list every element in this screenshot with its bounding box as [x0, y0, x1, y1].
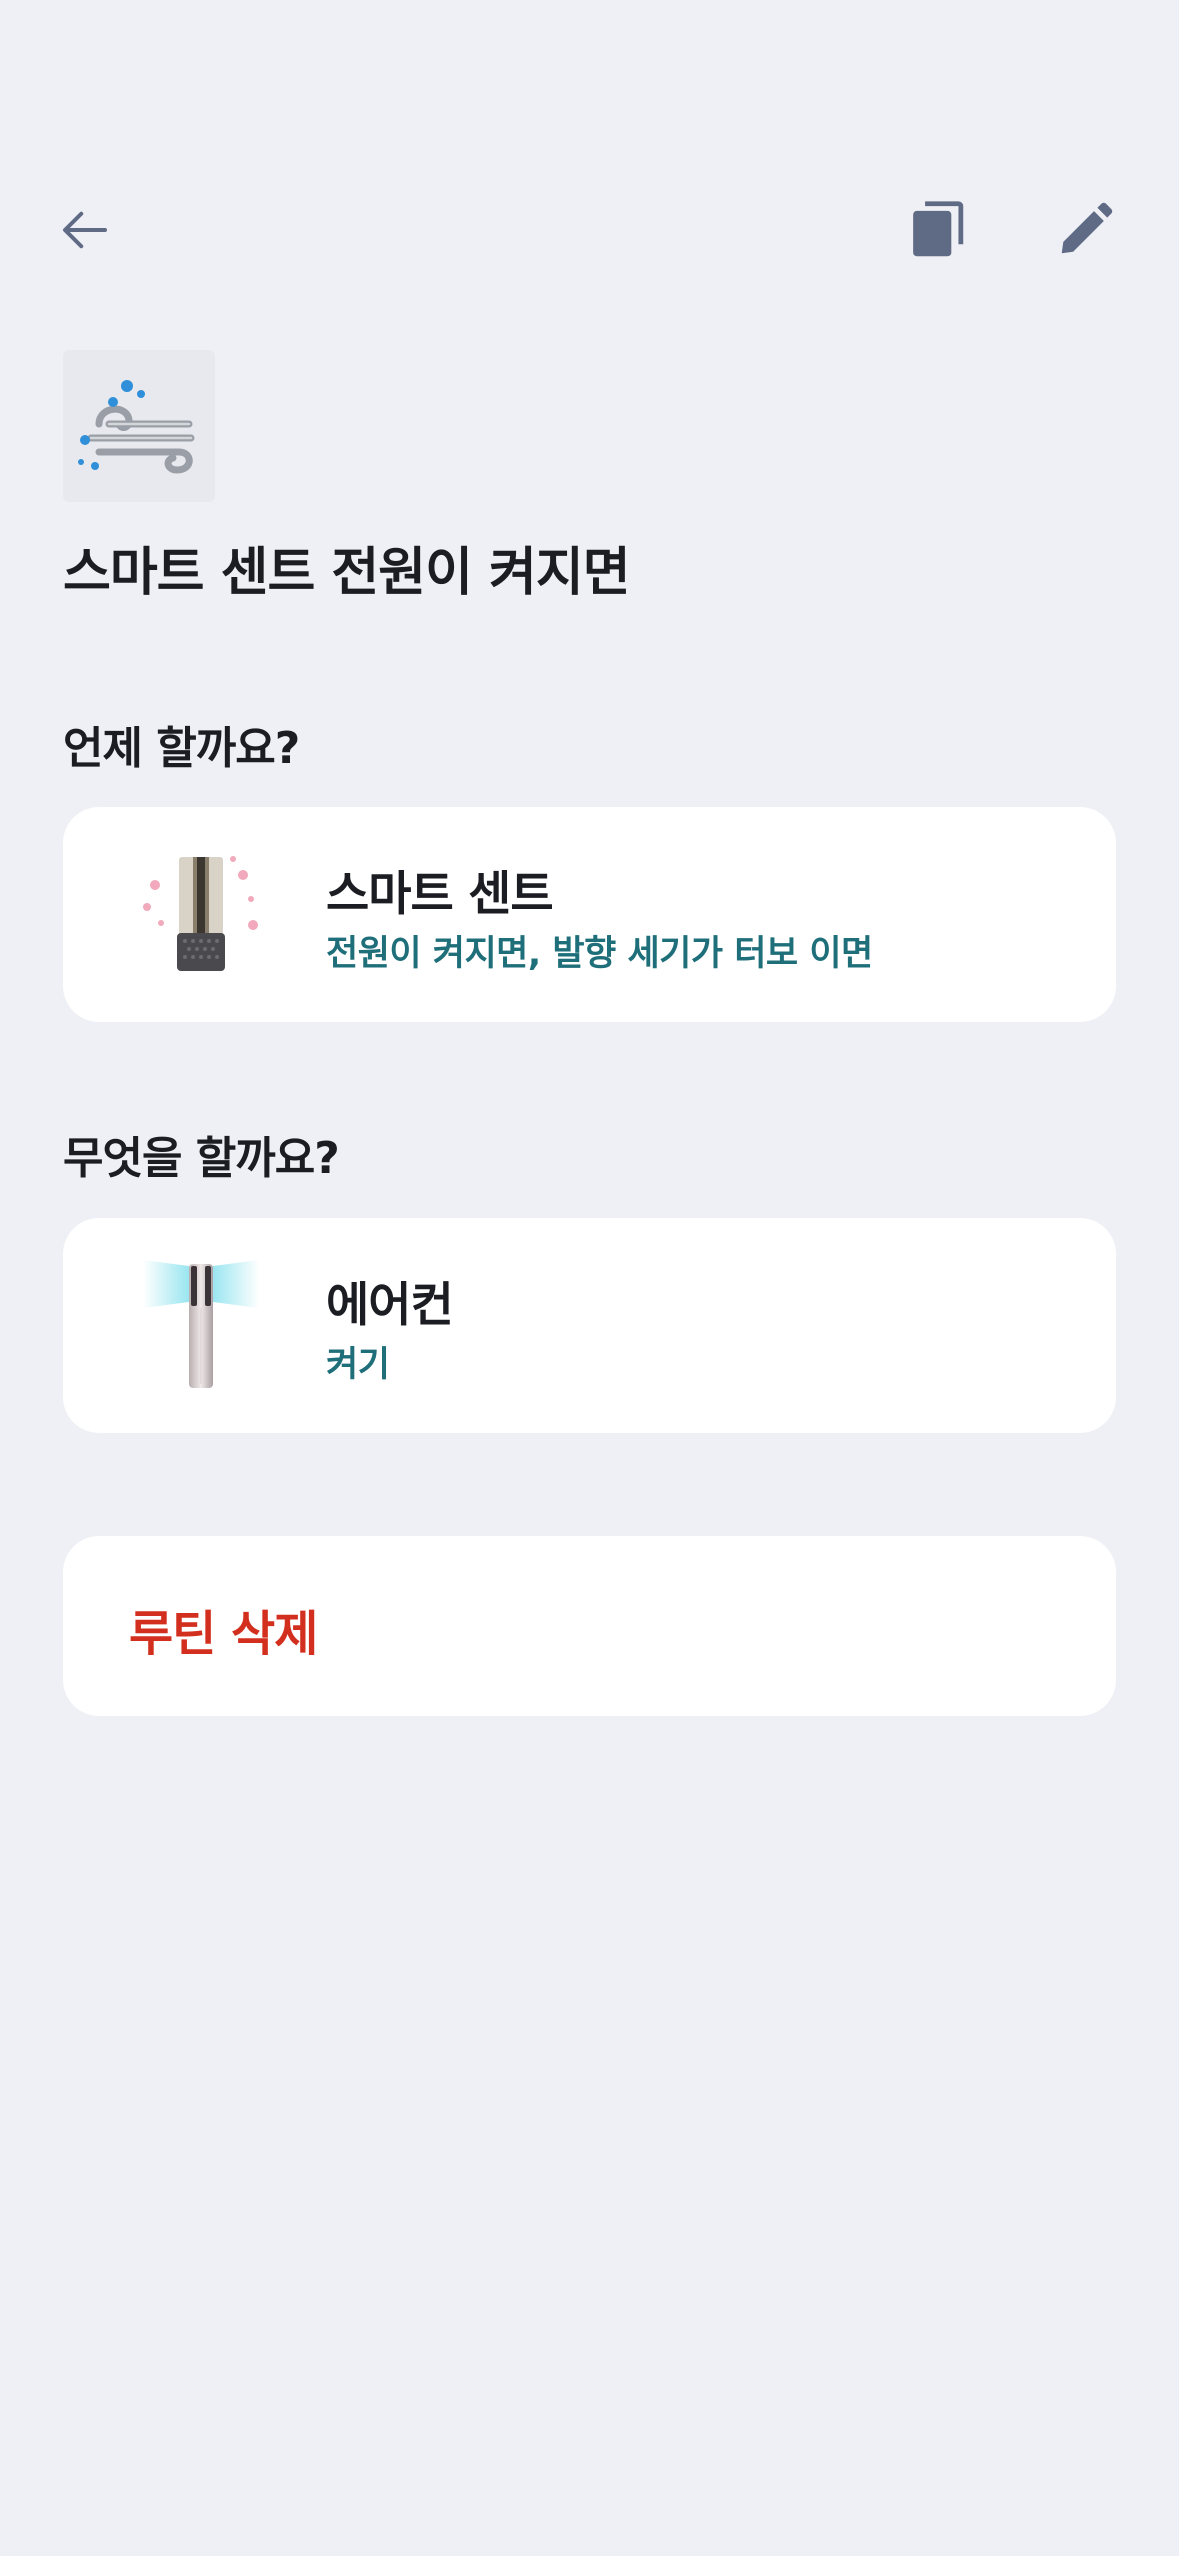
delete-routine-label: 루틴 삭제 — [129, 1606, 318, 1662]
action-card[interactable]: 에어컨 켜기 — [63, 1218, 1116, 1433]
routine-icon — [63, 350, 215, 502]
action-device-name: 에어컨 — [326, 1278, 454, 1333]
copy-button[interactable] — [892, 185, 982, 275]
routine-title: 스마트 센트 전원이 켜지면 — [63, 543, 631, 603]
trigger-card[interactable]: 스마트 센트 전원이 켜지면, 발향 세기가 터보 이면 — [63, 807, 1116, 1022]
copy-icon — [913, 201, 964, 257]
what-section-label: 무엇을 할까요? — [63, 1133, 340, 1184]
air-conditioner-device-icon — [143, 1260, 259, 1388]
wind-icon — [78, 380, 195, 474]
smart-scent-device-icon — [143, 856, 258, 971]
delete-routine-button[interactable]: 루틴 삭제 — [63, 1536, 1116, 1716]
action-description: 켜기 — [326, 1345, 390, 1385]
trigger-condition: 전원이 켜지면, 발향 세기가 터보 이면 — [326, 934, 873, 974]
arrow-left-icon — [63, 211, 107, 249]
top-app-bar — [0, 180, 1179, 280]
pencil-icon — [1061, 202, 1113, 254]
trigger-device-name: 스마트 센트 — [326, 867, 554, 922]
back-button[interactable] — [40, 185, 130, 275]
edit-button[interactable] — [1040, 185, 1130, 275]
when-section-label: 언제 할까요? — [63, 723, 300, 774]
